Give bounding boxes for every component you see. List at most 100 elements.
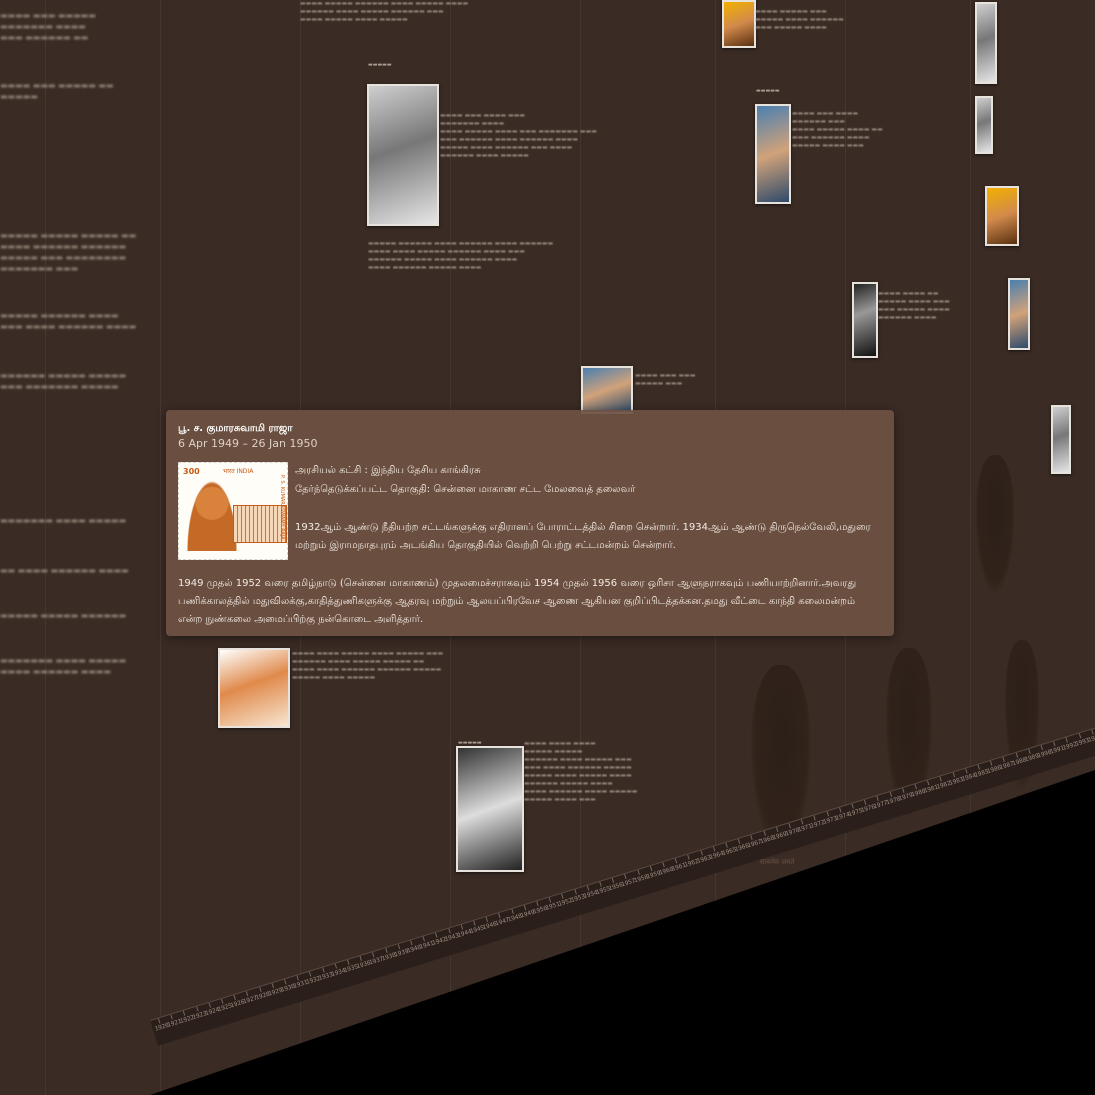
axis-tick-mark [611, 877, 615, 883]
background-text-block: ▬▬▬▬ ▬▬▬▬▬ ▬▬▬▬▬▬ ▬▬▬▬ ▬▬▬▬▬ ▬▬▬▬ ▬▬▬▬▬▬… [300, 0, 469, 23]
national-emblem [975, 455, 1015, 595]
axis-tick-mark [195, 1006, 199, 1012]
axis-tick-mark [674, 858, 678, 864]
axis-tick-mark [1053, 741, 1056, 747]
background-text-block: ▬▬▬▬ ▬▬▬ ▬▬▬▬ ▬▬▬ ▬▬▬▬▬▬▬ ▬▬▬▬ ▬▬▬▬ ▬▬▬▬… [440, 112, 597, 159]
background-text-block: ▬▬▬▬ ▬▬▬▬ ▬▬▬▬▬ ▬▬▬▬ ▬▬▬▬▬ ▬▬▬ ▬▬▬▬▬▬ ▬▬… [292, 650, 444, 681]
leader-photo[interactable] [581, 366, 633, 414]
axis-tick-mark [901, 787, 905, 794]
axis-tick-mark [763, 830, 766, 837]
axis-tick-mark [372, 951, 375, 958]
leader-photo[interactable] [755, 104, 791, 204]
axis-tick-mark [170, 1014, 173, 1020]
stamp-value: 300 [183, 467, 200, 476]
axis-tick-mark [498, 912, 501, 918]
axis-tick-mark [574, 889, 577, 895]
leader-photo[interactable] [367, 84, 439, 226]
axis-tick-mark [851, 803, 854, 809]
axis-tick-mark [208, 1002, 211, 1008]
axis-tick-mark [927, 780, 930, 786]
background-text-block: ▬▬▬▬▬▬▬ ▬▬▬▬ ▬▬▬▬▬ [0, 516, 127, 525]
axis-tick-mark [447, 928, 451, 934]
axis-tick-mark [624, 873, 627, 879]
popup-leader-name: பூ. ச. குமாரசுவாமி ராஜா [178, 423, 293, 434]
leader-detail-popup[interactable]: பூ. ச. குமாரசுவாமி ராஜா 6 Apr 1949 – 26 … [166, 410, 894, 636]
grid-line [45, 0, 46, 1095]
axis-tick-mark [687, 854, 690, 860]
axis-tick-mark [233, 994, 237, 1000]
background-text-block: ▬▬▬▬ ▬▬▬ ▬▬▬ ▬▬▬▬▬ ▬▬▬ [635, 372, 696, 387]
axis-tick-mark [271, 983, 274, 989]
background-text-block: ▬▬▬▬ ▬▬▬▬ ▬▬ ▬▬▬▬▬ ▬▬▬▬ ▬▬▬ ▬▬▬ ▬▬▬▬▬ ▬▬… [878, 290, 950, 321]
background-text-block: ▬▬▬▬ ▬▬▬ ▬▬▬▬ ▬▬▬▬▬▬ ▬▬▬ ▬▬▬▬ ▬▬▬▬▬ ▬▬▬▬… [792, 110, 883, 149]
axis-tick-mark [801, 819, 804, 825]
axis-tick-mark [637, 869, 640, 876]
axis-tick-mark [977, 764, 981, 770]
popup-bio-paragraph: 1949 முதல் 1952 வரை தமிழ்நாடு (சென்னை மா… [178, 578, 857, 625]
axis-tick-mark [548, 897, 552, 903]
background-text-block: ▬▬▬▬▬ ▬▬▬▬▬▬ ▬▬▬▬ ▬▬▬▬▬▬ ▬▬▬▬ ▬▬▬▬▬▬ ▬▬▬… [368, 240, 554, 271]
axis-tick-mark [1065, 737, 1069, 743]
leader-photo[interactable] [985, 186, 1019, 246]
axis-tick-mark [473, 920, 476, 926]
axis-tick-mark [422, 936, 426, 942]
axis-tick-mark [889, 791, 892, 797]
leader-photo[interactable] [722, 0, 756, 48]
axis-tick-mark [649, 866, 653, 872]
leader-photo[interactable] [975, 2, 997, 84]
background-text-block: ▬▬▬▬▬ ▬▬▬▬▬▬ ▬▬▬▬ ▬▬▬ ▬▬▬▬ ▬▬▬▬▬▬ ▬▬▬▬ [0, 311, 137, 331]
axis-tick-mark [914, 784, 917, 790]
axis-tick-mark [334, 963, 337, 969]
stamp-name-text: P. S. KUMARASWAMY RAJA [279, 475, 285, 540]
axis-tick-mark [246, 990, 249, 997]
background-text-block: ▬▬▬▬▬▬▬ ▬▬▬▬ ▬▬▬▬▬ ▬▬▬▬ ▬▬▬▬▬▬ ▬▬▬▬ [0, 656, 127, 676]
background-text-block: ▬▬▬▬ ▬▬▬ ▬▬▬▬▬ ▬▬▬▬▬▬▬ ▬▬▬▬ ▬▬▬ ▬▬▬▬▬▬ ▬… [0, 11, 96, 42]
stamp-country: भारत INDIA [223, 468, 254, 475]
axis-tick-mark [157, 1018, 161, 1024]
background-text-block: ▬▬▬▬▬ ▬▬▬▬▬ ▬▬▬▬▬ ▬▬ ▬▬▬▬ ▬▬▬▬▬▬ ▬▬▬▬▬▬ … [0, 231, 137, 273]
axis-tick-mark [561, 893, 564, 899]
leader-photo[interactable] [852, 282, 878, 358]
axis-tick-mark [258, 987, 262, 993]
axis-tick-mark [952, 772, 955, 778]
axis-tick-mark [220, 998, 224, 1004]
axis-tick-mark [397, 944, 400, 950]
postage-stamp-image: 300 भारत INDIA P. S. KUMARASWAMY RAJA [178, 462, 288, 560]
axis-tick-mark [876, 795, 880, 801]
popup-bio-paragraph: 1932ஆம் ஆண்டு நீதியற்ற சட்டங்களுக்கு எதி… [295, 522, 871, 551]
axis-tick-mark [838, 807, 842, 813]
axis-tick-mark [359, 955, 363, 961]
axis-tick-mark [662, 862, 665, 868]
axis-tick-mark [536, 901, 539, 907]
axis-tick-mark [309, 971, 312, 977]
axis-tick-mark [347, 959, 350, 965]
leader-photo[interactable] [456, 746, 524, 872]
axis-tick-mark [1028, 748, 1031, 755]
axis-tick-mark [1040, 745, 1044, 751]
popup-constituency: தேர்ந்தெடுக்கப்பட்ட தொகுதி: சென்னை மாகாண… [295, 484, 636, 495]
axis-tick-mark [864, 799, 867, 805]
leader-photo[interactable] [975, 96, 993, 154]
leader-photo[interactable] [1008, 278, 1030, 350]
axis-tick-mark [1015, 752, 1018, 758]
axis-tick-mark [964, 768, 968, 774]
axis-tick-mark [775, 827, 779, 833]
axis-tick-mark [1078, 733, 1081, 739]
axis-tick-mark [737, 838, 741, 844]
grid-line [160, 0, 161, 1095]
popup-term-dates: 6 Apr 1949 – 26 Jan 1950 [178, 437, 318, 450]
axis-year-label: 1994 [1087, 732, 1095, 744]
axis-tick-mark [813, 815, 817, 821]
axis-tick-mark [183, 1010, 186, 1016]
axis-tick-mark [511, 909, 514, 915]
background-card-title: ▬▬▬▬▬ [756, 88, 780, 94]
stamp-thumbnail[interactable] [218, 648, 290, 728]
axis-tick-mark [725, 842, 728, 848]
axis-tick-mark [410, 940, 413, 946]
leader-photo[interactable] [1051, 405, 1071, 474]
emblem-caption: सत्यमेव जयते [760, 858, 795, 866]
background-text-block: ▬▬▬▬▬▬ ▬▬▬▬▬ ▬▬▬▬▬ ▬▬▬ ▬▬▬▬▬▬▬ ▬▬▬▬▬ [0, 371, 127, 391]
axis-tick-mark [485, 916, 489, 922]
axis-tick-mark [712, 846, 716, 852]
axis-tick-mark [826, 811, 829, 817]
